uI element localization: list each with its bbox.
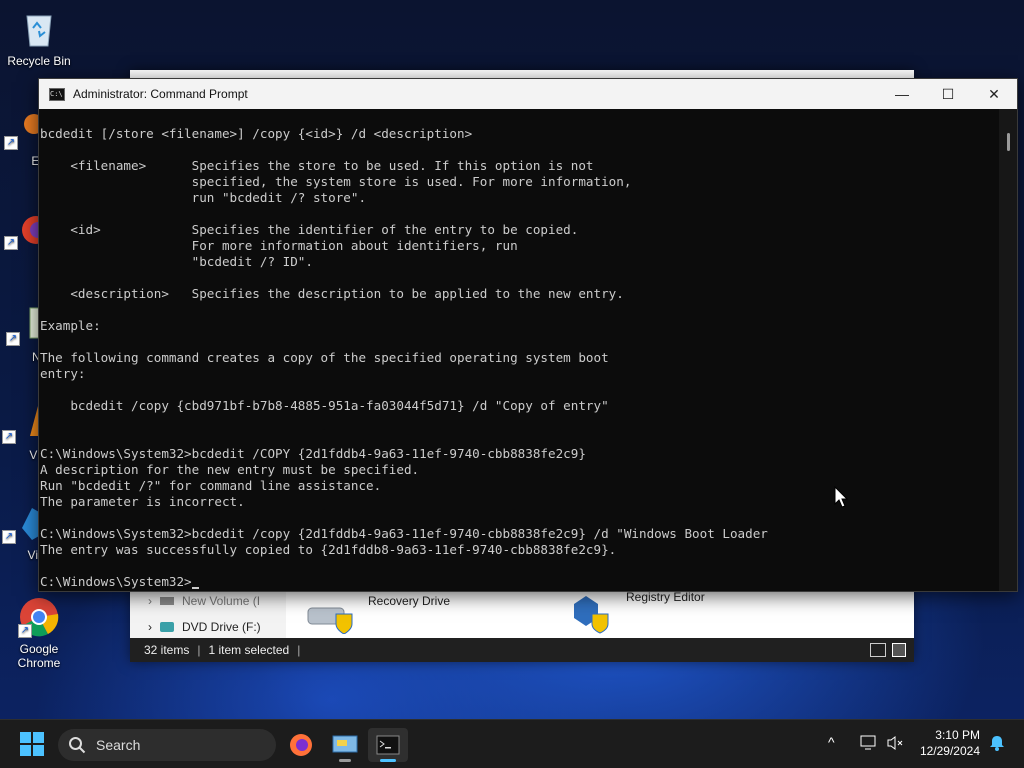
clock-date: 12/29/2024: [919, 744, 980, 758]
item-count: 32 items: [144, 643, 190, 657]
console-line: For more information about identifiers, …: [40, 238, 518, 253]
taskbar-app-control-panel[interactable]: [325, 728, 365, 762]
chrome-icon: ↗: [18, 596, 60, 638]
explorer-navigation-pane[interactable]: › New Volume (I › DVD Drive (F:): [130, 588, 286, 638]
console-line: specified, the system store is used. For…: [40, 174, 632, 189]
recycle-bin-icon: [18, 8, 60, 50]
scrollbar-thumb[interactable]: [1007, 133, 1010, 151]
running-indicator: [339, 759, 351, 762]
console-line: "bcdedit /? ID".: [40, 254, 313, 269]
console-line: The entry was successfully copied to {2d…: [40, 542, 617, 557]
console-line: The parameter is incorrect.: [40, 494, 245, 509]
status-divider: |: [297, 643, 301, 657]
console-line: <id> Specifies the identifier of the ent…: [40, 222, 579, 237]
active-indicator: [380, 759, 396, 762]
command-prompt-window[interactable]: C:\ Administrator: Command Prompt — ☐ ✕ …: [38, 78, 1018, 592]
nav-item-dvd-drive[interactable]: › DVD Drive (F:): [148, 620, 261, 634]
nav-item-new-volume[interactable]: › New Volume (I: [148, 594, 260, 608]
taskbar-clock[interactable]: 3:10 PM 12/29/2024: [920, 727, 980, 759]
large-icons-view-icon[interactable]: [892, 643, 906, 657]
explorer-status-bar: 32 items | 1 item selected |: [130, 638, 914, 662]
start-button[interactable]: [20, 732, 44, 756]
shortcut-arrow-icon: ↗: [2, 530, 16, 544]
console-prompt: C:\Windows\System32>: [40, 574, 192, 589]
details-view-icon[interactable]: [870, 643, 886, 657]
console-line: <filename> Specifies the store to be use…: [40, 158, 594, 173]
minimize-button[interactable]: —: [879, 79, 925, 109]
search-label: Search: [96, 737, 141, 753]
console-line: A description for the new entry must be …: [40, 462, 420, 477]
registry-editor-icon: [574, 596, 609, 634]
dvd-drive-icon: [160, 622, 174, 632]
shortcut-arrow-icon: ↗: [6, 332, 20, 346]
close-button[interactable]: ✕: [971, 79, 1017, 109]
mouse-pointer-icon: [834, 486, 848, 508]
text-cursor: [191, 587, 199, 589]
selected-count: 1 item selected: [208, 643, 290, 657]
console-line: Example:: [40, 318, 101, 333]
status-divider: |: [197, 643, 201, 657]
console-line: run "bcdedit /? store".: [40, 190, 367, 205]
windows-logo-icon: [20, 732, 31, 743]
nav-item-label: New Volume (I: [182, 594, 261, 608]
firefox-icon: [290, 734, 312, 756]
vertical-scrollbar[interactable]: [999, 109, 1017, 591]
console-line: bcdedit /copy {cbd971bf-b7b8-4885-951a-f…: [40, 398, 609, 413]
recovery-drive-icon: [307, 607, 353, 634]
taskbar-app-command-prompt[interactable]: [368, 728, 408, 762]
taskbar-search-box[interactable]: Search: [58, 729, 276, 761]
chevron-right-icon[interactable]: ›: [148, 620, 152, 634]
notification-bell-icon[interactable]: [988, 734, 1006, 752]
console-line: Run "bcdedit /?" for command line assist…: [40, 478, 382, 493]
file-item-label: Recovery Drive: [368, 594, 451, 608]
console-prompt-line[interactable]: C:\Windows\System32>: [40, 574, 999, 590]
console-line: bcdedit [/store <filename>] /copy {<id>}…: [40, 126, 473, 141]
chevron-right-icon[interactable]: ›: [148, 594, 152, 608]
explorer-content-pane[interactable]: Recovery Drive Registry Editor: [286, 588, 914, 638]
maximize-button[interactable]: ☐: [925, 79, 971, 109]
shortcut-arrow-icon: ↗: [18, 624, 32, 638]
desktop-icon-recycle-bin[interactable]: Recycle Bin: [2, 8, 76, 68]
shortcut-arrow-icon: ↗: [2, 430, 16, 444]
taskbar-app-firefox[interactable]: [281, 728, 321, 762]
desktop-icon-google-chrome[interactable]: ↗ Google Chrome: [2, 596, 76, 670]
network-icon[interactable]: [860, 735, 878, 751]
drive-icon: [160, 597, 174, 605]
desktop-icon-label: Recycle Bin: [7, 54, 71, 68]
taskbar: Search ^ 3:10 PM 12/29/2024: [0, 719, 1024, 768]
window-title: Administrator: Command Prompt: [73, 87, 248, 101]
show-hidden-icons-button[interactable]: ^: [828, 734, 835, 750]
terminal-icon: [376, 735, 400, 755]
shortcut-arrow-icon: ↗: [4, 236, 18, 250]
clock-time: 3:10 PM: [935, 728, 980, 742]
cmd-title-bar[interactable]: C:\ Administrator: Command Prompt — ☐ ✕: [39, 79, 1017, 109]
console-line: entry:: [40, 366, 86, 381]
nav-item-label: DVD Drive (F:): [182, 620, 261, 634]
console-output[interactable]: bcdedit [/store <filename>] /copy {<id>}…: [39, 109, 999, 591]
file-item-registry-editor[interactable]: Registry Editor: [568, 590, 705, 634]
control-panel-icon: [332, 735, 358, 753]
file-item-recovery-drive[interactable]: Recovery Drive: [306, 594, 450, 634]
desktop-icon-label: Google Chrome: [17, 642, 61, 670]
cmd-app-icon: C:\: [49, 87, 65, 101]
console-line: C:\Windows\System32>bcdedit /copy {2d1fd…: [40, 526, 768, 541]
shortcut-arrow-icon: ↗: [4, 136, 18, 150]
search-icon: [69, 737, 86, 754]
console-line: <description> Specifies the description …: [40, 286, 624, 301]
file-item-label: Registry Editor: [626, 590, 705, 604]
console-line: The following command creates a copy of …: [40, 350, 609, 365]
volume-muted-icon[interactable]: [886, 735, 904, 751]
console-line: C:\Windows\System32>bcdedit /COPY {2d1fd…: [40, 446, 586, 461]
